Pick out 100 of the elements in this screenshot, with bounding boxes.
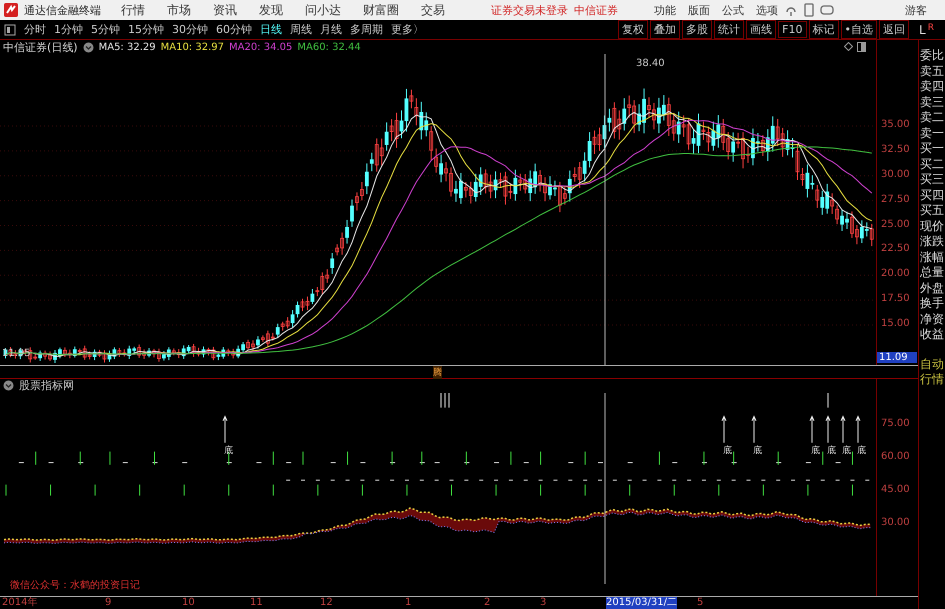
- quote-field-label[interactable]: 换手: [920, 296, 944, 312]
- axis-label: 15.00: [881, 318, 910, 329]
- quote-field-label[interactable]: 卖二: [920, 110, 944, 126]
- toolbar-button[interactable]: 标记: [808, 20, 838, 39]
- quote-field-label[interactable]: 买三: [920, 172, 944, 188]
- quote-field-label[interactable]: 卖四: [920, 79, 944, 94]
- menu-item[interactable]: 交易: [421, 2, 445, 18]
- menu-item[interactable]: 版面: [688, 2, 710, 18]
- date-label: 2015/03/31/二: [606, 597, 678, 609]
- axis-label: 75.00: [881, 418, 910, 429]
- menu-item[interactable]: 资讯: [213, 2, 237, 18]
- broker-name[interactable]: 中信证券: [574, 2, 618, 18]
- quote-field-label[interactable]: 现价: [920, 218, 944, 234]
- period-tab[interactable]: 分时: [24, 22, 46, 37]
- toolbar-button[interactable]: •自选: [840, 20, 877, 39]
- menu-item[interactable]: 选项: [756, 2, 778, 18]
- quote-field-label[interactable]: 买二: [920, 156, 944, 172]
- period-tab[interactable]: 周线: [290, 22, 312, 37]
- date-label: 12: [320, 597, 333, 609]
- period-tab[interactable]: 日线: [260, 22, 282, 37]
- auto-quote-button[interactable]: 自动行情: [920, 356, 944, 386]
- diamond-icon[interactable]: [844, 42, 853, 51]
- toolbar-button[interactable]: 多股: [682, 20, 712, 39]
- message-icon[interactable]: [820, 4, 834, 16]
- period-tab[interactable]: 30分钟: [172, 22, 208, 37]
- quote-field-label[interactable]: 买五: [920, 203, 944, 218]
- period-tab[interactable]: 更多〉: [391, 22, 424, 37]
- axis-label: 60.00: [881, 450, 910, 462]
- menu-item[interactable]: 公式: [722, 2, 744, 18]
- moving-average-value: MA20: 34.05: [228, 42, 292, 52]
- axis-label: 22.50: [881, 243, 910, 254]
- signal-label: 底: [723, 444, 732, 457]
- quote-field-label[interactable]: 卖一: [920, 126, 944, 141]
- period-tab[interactable]: 15分钟: [128, 22, 164, 37]
- quote-field-label[interactable]: 外盘: [920, 280, 944, 296]
- toolbar-button[interactable]: 统计: [714, 20, 744, 39]
- period-tab[interactable]: 多周期: [350, 22, 383, 37]
- user-name[interactable]: 游客: [905, 2, 927, 18]
- quote-field-label[interactable]: 卖五: [920, 64, 944, 79]
- menu-item[interactable]: 功能: [654, 2, 676, 18]
- signal-label: 底: [811, 444, 820, 457]
- corner-label[interactable]: R: [928, 22, 934, 32]
- quote-field-label[interactable]: 收益: [920, 327, 944, 342]
- menu-item[interactable]: 财富圈: [363, 2, 399, 18]
- period-tab[interactable]: 5分钟: [91, 22, 120, 37]
- toolbar-button[interactable]: 画线: [746, 20, 776, 39]
- menu-item[interactable]: 问小达: [305, 2, 341, 18]
- menu-item[interactable]: 市场: [167, 2, 191, 18]
- quote-field-label[interactable]: 涨跌: [920, 234, 944, 250]
- signal-label: 底: [224, 444, 233, 457]
- moving-average-value: MA10: 32.97: [160, 42, 224, 52]
- period-tab[interactable]: 1分钟: [54, 22, 83, 37]
- current-price-label: 11.09: [877, 352, 917, 363]
- signal-label: 底: [842, 444, 851, 457]
- date-label: 10: [182, 597, 195, 609]
- axis-label: 27.50: [881, 194, 910, 205]
- quote-field-label[interactable]: 买四: [920, 188, 944, 203]
- axis-label: 20.00: [881, 268, 910, 280]
- menu-item[interactable]: 行情: [121, 2, 145, 18]
- quote-field-label[interactable]: 卖三: [920, 94, 944, 110]
- date-label: 11: [250, 597, 263, 609]
- toolbar-button[interactable]: F10: [778, 21, 806, 38]
- quote-field-label[interactable]: 总量: [920, 265, 944, 280]
- phone-icon[interactable]: [804, 3, 814, 17]
- login-notice[interactable]: 证券交易未登录: [491, 2, 568, 18]
- toolbar-button[interactable]: 叠加: [650, 20, 680, 39]
- app-logo-icon: [4, 3, 18, 17]
- quote-field-label[interactable]: 涨幅: [920, 250, 944, 265]
- watermark-note: 微信公众号：水鹤的投资日记: [10, 578, 140, 592]
- moving-average-value: MA60: 32.44: [297, 42, 361, 52]
- date-label: 5: [697, 597, 704, 609]
- axis-label: 25.00: [881, 218, 910, 230]
- menu-item[interactable]: 发现: [259, 2, 283, 18]
- axis-label: 17.50: [881, 293, 910, 304]
- quote-field-label[interactable]: 委比: [920, 48, 944, 64]
- date-label: 3: [540, 597, 546, 609]
- signal-label: 底: [857, 444, 866, 457]
- low-price-label: 11.95: [2, 348, 31, 359]
- window-icon[interactable]: [857, 42, 866, 52]
- app-name: 通达信金融终端: [24, 2, 101, 18]
- signal-label: 底: [753, 444, 762, 457]
- collapse-icon[interactable]: [3, 380, 14, 392]
- event-marker[interactable]: 腾: [433, 366, 442, 379]
- axis-label: 30.00: [881, 516, 910, 528]
- period-tab[interactable]: 60分钟: [216, 22, 252, 37]
- indicator-title: 股票指标网: [19, 378, 74, 394]
- date-label: 2014年: [2, 597, 38, 609]
- period-tab[interactable]: 月线: [320, 22, 342, 37]
- axis-label: 32.50: [881, 144, 910, 155]
- panel-toggle-icon[interactable]: [4, 24, 16, 36]
- high-price-label: 38.40: [636, 58, 665, 69]
- toolbar-button[interactable]: 返回: [879, 20, 909, 39]
- toolbar-button[interactable]: 复权: [618, 20, 648, 39]
- date-label: 2: [484, 597, 490, 609]
- quote-field-label[interactable]: 买一: [920, 141, 944, 156]
- quote-field-label[interactable]: 净资: [920, 312, 944, 327]
- corner-label[interactable]: L: [919, 22, 926, 36]
- moving-average-value: MA5: 32.29: [98, 42, 156, 52]
- collapse-icon[interactable]: [82, 42, 94, 52]
- date-label: 1: [405, 597, 412, 609]
